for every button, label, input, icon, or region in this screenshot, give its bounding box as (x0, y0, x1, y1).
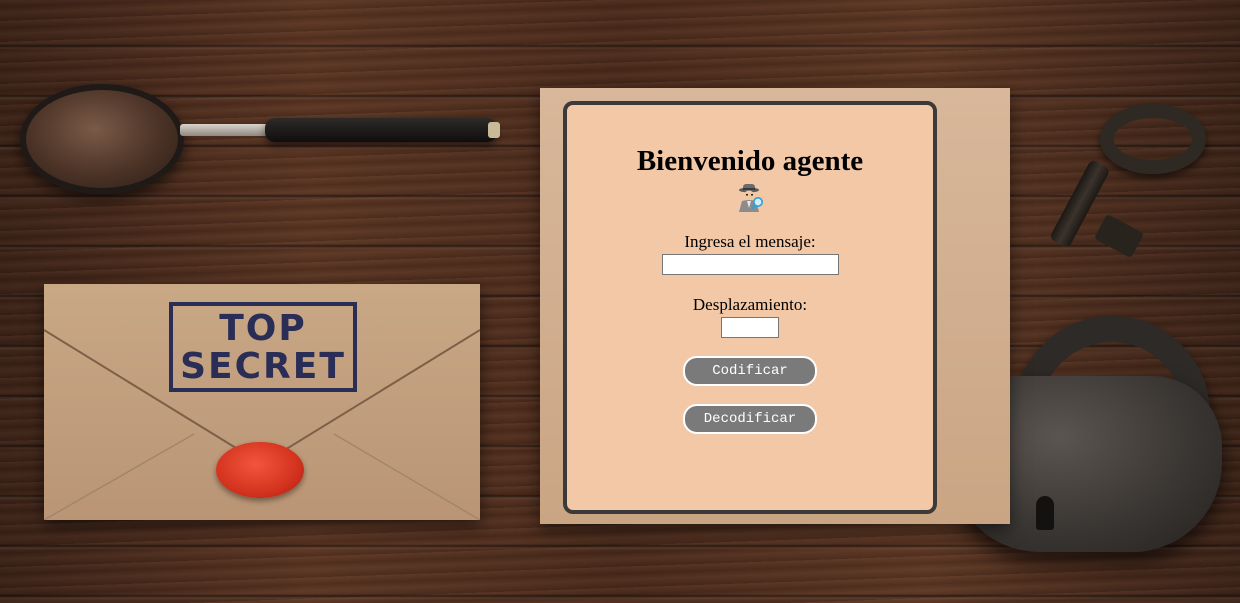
top-secret-envelope-image: TOP SECRET (44, 284, 480, 520)
stamp-line-top: TOP (219, 308, 307, 349)
top-secret-stamp: TOP SECRET (169, 302, 357, 392)
magnifier-cap (488, 122, 500, 138)
key-bit (1093, 213, 1145, 259)
wax-seal (216, 442, 304, 498)
shift-input[interactable] (721, 317, 779, 338)
detective-icon (739, 184, 763, 212)
magnifying-glass-image (20, 84, 500, 194)
padlock-keyhole (1036, 496, 1054, 530)
encode-button[interactable]: Codificar (683, 356, 817, 386)
key-bow (1100, 104, 1206, 174)
message-label: Ingresa el mensaje: (684, 232, 816, 251)
cipher-card: Bienvenido agente Ingresa el mensaje: De… (563, 101, 937, 514)
old-key-image (1049, 104, 1210, 264)
magnifier-handle (265, 118, 497, 142)
shift-label: Desplazamiento: (692, 295, 808, 314)
decode-button[interactable]: Decodificar (683, 404, 817, 434)
magnifier-neck (180, 124, 270, 136)
page-title: Bienvenido agente (636, 145, 864, 177)
message-input[interactable] (661, 254, 839, 275)
stamp-line-secret: SECRET (180, 346, 346, 387)
magnifier-lens (20, 84, 184, 194)
